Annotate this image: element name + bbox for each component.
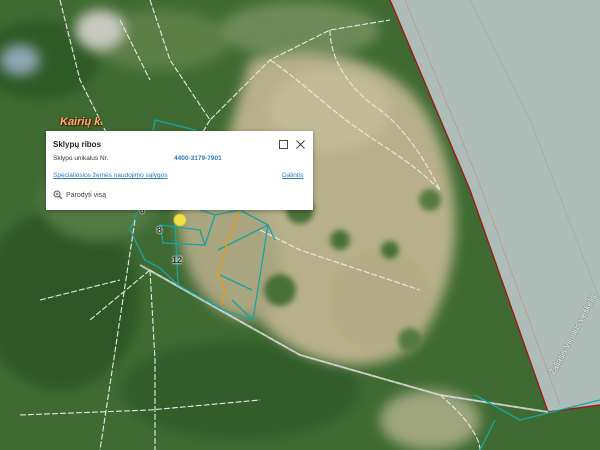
map-canvas[interactable] bbox=[0, 0, 600, 450]
parcel-info-popup: Sklypų ribos Sklypo unikalus Nr. 4400-31… bbox=[46, 131, 313, 210]
special-conditions-link[interactable]: Specialiosios žemės naudojimo sąlygos bbox=[53, 172, 168, 179]
location-marker[interactable] bbox=[173, 213, 187, 227]
close-icon[interactable] bbox=[295, 137, 306, 149]
parcel-id-value[interactable]: 4400-3179-7901 bbox=[174, 155, 222, 162]
zoom-in-icon bbox=[53, 190, 63, 200]
show-all-button[interactable]: Parodyti visą bbox=[53, 190, 106, 200]
maximize-icon[interactable] bbox=[278, 137, 289, 149]
popup-title: Sklypų ribos bbox=[53, 140, 102, 149]
show-all-label: Parodyti visą bbox=[66, 191, 107, 199]
parcel-number-label: 12 bbox=[172, 255, 183, 265]
parcel-id-label: Sklypo unikalus Nr. bbox=[53, 155, 109, 162]
parcel-number-label: 8 bbox=[157, 225, 163, 235]
share-link[interactable]: Dalintis bbox=[282, 172, 303, 179]
place-name-label: Kairių k. bbox=[60, 116, 104, 128]
